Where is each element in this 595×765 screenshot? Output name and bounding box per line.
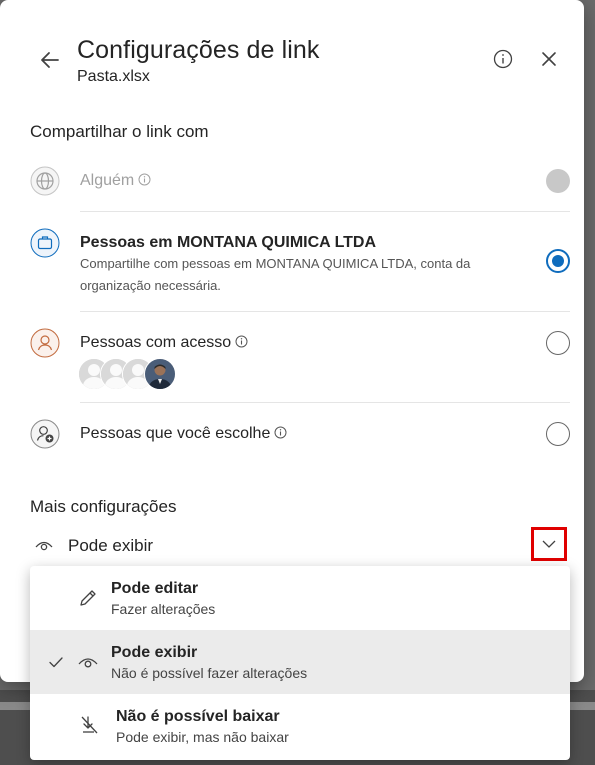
people-with-access-label: Pessoas com acesso (80, 334, 232, 351)
organization-radio[interactable] (546, 249, 570, 273)
menu-item-description: Não é possível fazer alterações (111, 665, 308, 681)
share-option-organization[interactable]: Pessoas em MONTANA QUIMICA LTDA Comparti… (30, 228, 570, 298)
menu-item-can-edit[interactable]: Pode editar Fazer alterações (30, 566, 570, 630)
share-option-anyone: Alguém (30, 166, 570, 196)
avatar (144, 358, 176, 390)
anyone-label: Alguém (80, 172, 135, 189)
specific-people-label: Pessoas que você escolhe (80, 425, 271, 442)
file-name: Pasta.xlsx (77, 68, 150, 85)
briefcase-icon (30, 228, 60, 258)
permission-dropdown-button[interactable] (531, 527, 567, 561)
checkmark-icon (49, 657, 63, 668)
person-add-icon (30, 419, 60, 449)
organization-label: Pessoas em MONTANA QUIMICA LTDA (80, 234, 377, 251)
close-icon[interactable] (540, 50, 558, 68)
divider (80, 311, 570, 312)
eye-icon (35, 541, 53, 551)
share-with-heading: Compartilhar o link com (30, 122, 209, 141)
person-sync-icon (30, 328, 60, 358)
anyone-radio (546, 169, 570, 193)
menu-item-title: Não é possível baixar (116, 708, 280, 725)
info-icon[interactable] (492, 48, 514, 70)
menu-item-can-view[interactable]: Pode exibir Não é possível fazer alteraç… (30, 630, 570, 694)
menu-item-no-download[interactable]: Não é possível baixar Pode exibir, mas n… (30, 694, 570, 758)
organization-description: Compartilhe com pessoas em MONTANA QUIMI… (80, 256, 471, 293)
menu-item-description: Fazer alterações (111, 601, 216, 617)
menu-item-description: Pode exibir, mas não baixar (116, 729, 289, 745)
specific-people-radio[interactable] (546, 422, 570, 446)
info-icon[interactable] (274, 426, 287, 439)
globe-icon (30, 166, 60, 196)
share-option-specific-people[interactable]: Pessoas que você escolhe (30, 419, 570, 449)
pencil-icon (80, 590, 96, 606)
menu-item-title: Pode editar (111, 580, 199, 597)
chevron-down-icon (542, 540, 556, 548)
divider (80, 402, 570, 403)
info-icon[interactable] (235, 335, 248, 348)
share-option-label: Pessoas com acesso (80, 334, 248, 352)
menu-item-title: Pode exibir (111, 644, 198, 661)
current-permission-label: Pode exibir (68, 536, 154, 555)
permission-selector[interactable]: Pode exibir (30, 527, 570, 561)
avatar-stack (78, 358, 198, 390)
divider (80, 211, 570, 212)
eye-icon (78, 658, 98, 668)
share-option-people-with-access[interactable]: Pessoas com acesso (30, 328, 570, 358)
more-settings-heading: Mais configurações (30, 497, 177, 516)
back-arrow-icon[interactable] (36, 46, 64, 74)
people-with-access-radio[interactable] (546, 331, 570, 355)
share-option-label: Alguém (80, 172, 151, 190)
dialog-title: Configurações de link (77, 36, 320, 64)
share-option-label: Pessoas que você escolhe (80, 425, 287, 443)
info-icon[interactable] (138, 173, 151, 186)
permission-menu: Pode editar Fazer alterações Pode exibir… (30, 566, 570, 760)
no-download-icon (81, 716, 98, 734)
